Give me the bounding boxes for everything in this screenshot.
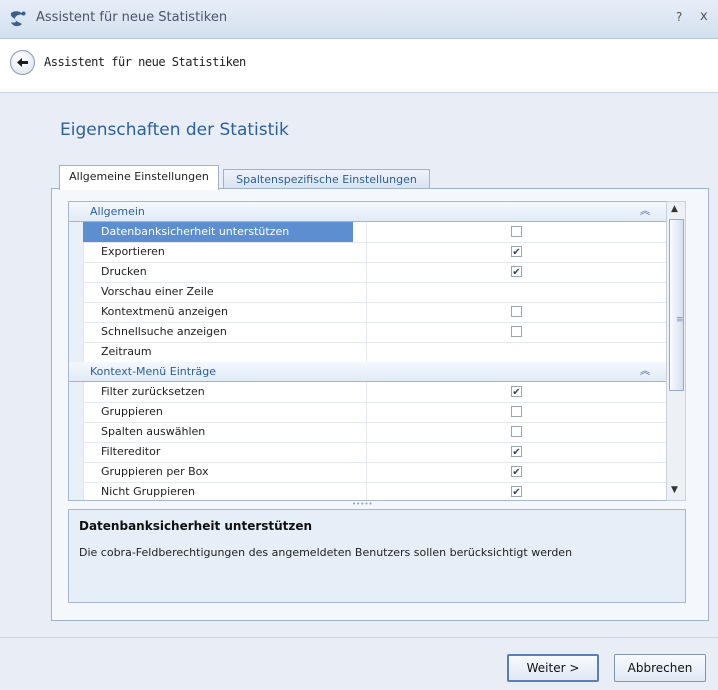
property-name: Schnellsuche anzeigen	[101, 325, 227, 338]
property-name: Gruppieren	[101, 405, 163, 418]
row-indent	[69, 282, 84, 302]
property-checkbox[interactable]	[511, 226, 522, 237]
property-row[interactable]: Filtereditor ✔	[69, 442, 666, 463]
row-indent	[69, 222, 84, 242]
property-row[interactable]: Gruppieren	[69, 402, 666, 423]
row-indent	[69, 402, 84, 422]
property-name: Kontextmenü anzeigen	[101, 305, 229, 318]
property-name: Exportieren	[101, 245, 165, 258]
back-button[interactable]	[10, 50, 35, 75]
column-divider	[366, 222, 367, 242]
property-name: Vorschau einer Zeile	[101, 285, 214, 298]
column-divider	[366, 262, 367, 282]
description-title: Datenbanksicherheit unterstützen	[79, 519, 313, 533]
next-button[interactable]: Weiter >	[507, 654, 599, 682]
column-divider	[366, 462, 367, 482]
wizard-footer: Weiter > Abbrechen	[0, 637, 718, 690]
row-indent	[69, 382, 84, 402]
property-name: Spalten auswählen	[101, 425, 206, 438]
app-logo-icon	[10, 11, 26, 27]
tab-allgemeine-einstellungen[interactable]: Allgemeine Einstellungen	[59, 165, 219, 190]
property-row[interactable]: Datenbanksicherheit unterstützen	[69, 222, 666, 243]
column-divider	[366, 422, 367, 442]
property-checkbox[interactable]	[511, 426, 522, 437]
property-grid: Allgemein ︽ Datenbanksicherheit unterstü…	[68, 201, 667, 501]
property-name: Filtereditor	[101, 445, 161, 458]
row-indent	[69, 482, 84, 500]
property-row[interactable]: Schnellsuche anzeigen	[69, 322, 666, 343]
help-icon[interactable]: ?	[676, 10, 682, 24]
column-divider	[366, 442, 367, 462]
property-row[interactable]: Gruppieren per Box ✔	[69, 462, 666, 483]
property-checkbox[interactable]: ✔	[511, 486, 522, 498]
column-divider	[366, 322, 367, 342]
property-row[interactable]: Drucken ✔	[69, 262, 666, 283]
property-checkbox[interactable]: ✔	[511, 266, 522, 278]
property-name: Gruppieren per Box	[101, 465, 209, 478]
column-divider	[366, 302, 367, 322]
property-row[interactable]: Spalten auswählen	[69, 422, 666, 443]
property-row[interactable]: Vorschau einer Zeile	[69, 282, 666, 303]
row-indent	[69, 262, 84, 282]
description-box: Datenbanksicherheit unterstützen Die cob…	[68, 509, 686, 603]
column-divider	[366, 402, 367, 422]
property-checkbox[interactable]: ✔	[511, 446, 522, 458]
close-icon[interactable]: x	[700, 9, 708, 24]
column-divider	[366, 342, 367, 362]
page-title: Eigenschaften der Statistik	[60, 120, 289, 140]
collapse-chevron-icon[interactable]: ︽	[640, 202, 650, 221]
property-name: Filter zurücksetzen	[101, 385, 205, 398]
row-indent	[69, 342, 84, 362]
property-row[interactable]: Exportieren ✔	[69, 242, 666, 263]
property-name: Zeitraum	[101, 345, 152, 358]
column-divider	[366, 242, 367, 262]
group-label: Kontext-Menü Einträge	[90, 365, 217, 378]
row-indent	[69, 302, 84, 322]
collapse-chevron-icon[interactable]: ︽	[640, 362, 650, 381]
scroll-thumb[interactable]: ≡	[669, 219, 684, 391]
arrow-left-icon	[17, 58, 28, 67]
property-checkbox[interactable]: ✔	[511, 246, 522, 258]
tab-spaltenspezifische-einstellungen[interactable]: Spaltenspezifische Einstellungen	[223, 169, 430, 190]
group-label: Allgemein	[90, 205, 145, 218]
scroll-up-icon[interactable]: ▲	[671, 204, 678, 214]
wizard-content: Eigenschaften der Statistik Allgemeine E…	[0, 93, 718, 637]
column-divider	[366, 482, 367, 500]
window-title: Assistent für neue Statistiken	[36, 10, 228, 25]
row-indent	[69, 242, 84, 262]
wizard-header: Assistent für neue Statistiken	[0, 39, 718, 93]
cancel-button[interactable]: Abbrechen	[614, 654, 706, 682]
row-indent	[69, 462, 84, 482]
vertical-scrollbar[interactable]: ▲ ≡ ▼	[666, 201, 686, 501]
property-checkbox[interactable]	[511, 406, 522, 417]
property-row[interactable]: Filter zurücksetzen ✔	[69, 382, 666, 403]
property-row[interactable]: Kontextmenü anzeigen	[69, 302, 666, 323]
row-indent	[69, 442, 84, 462]
column-divider	[366, 282, 367, 302]
group-header-allgemein[interactable]: Allgemein ︽	[69, 202, 666, 222]
property-checkbox[interactable]	[511, 326, 522, 337]
property-checkbox[interactable]: ✔	[511, 466, 522, 478]
splitter-handle[interactable]: •••••	[352, 500, 373, 508]
property-name: Nicht Gruppieren	[101, 485, 195, 498]
row-indent	[69, 422, 84, 442]
property-checkbox[interactable]	[511, 306, 522, 317]
description-text: Die cobra-Feldberechtigungen des angemel…	[79, 546, 573, 559]
window-titlebar: Assistent für neue Statistiken ? x	[0, 0, 718, 39]
wizard-title: Assistent für neue Statistiken	[44, 55, 246, 69]
tab-panel: Allgemein ︽ Datenbanksicherheit unterstü…	[51, 188, 709, 621]
property-row[interactable]: Zeitraum	[69, 342, 666, 363]
column-divider	[366, 382, 367, 402]
property-name: Datenbanksicherheit unterstützen	[83, 222, 353, 242]
property-checkbox[interactable]: ✔	[511, 386, 522, 398]
property-row[interactable]: Nicht Gruppieren ✔	[69, 482, 666, 500]
property-name: Drucken	[101, 265, 147, 278]
scroll-down-icon[interactable]: ▼	[671, 485, 678, 495]
grip-icon: ≡	[676, 315, 684, 325]
group-header-kontext-menu[interactable]: Kontext-Menü Einträge ︽	[69, 362, 666, 382]
row-indent	[69, 322, 84, 342]
